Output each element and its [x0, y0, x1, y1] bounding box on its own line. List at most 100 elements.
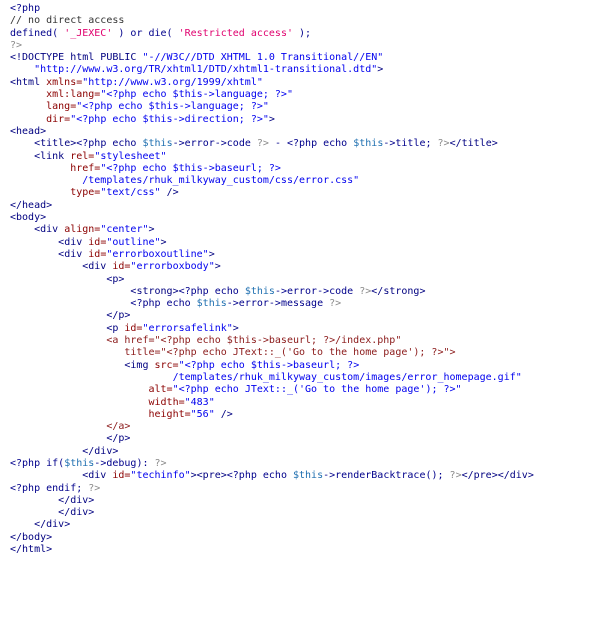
code-token: "483" — [184, 396, 215, 408]
code-token: <div — [82, 261, 113, 273]
code-token: "-//W3C//DTD XHTML 1.0 Transitional//EN" — [142, 52, 384, 64]
code-line: <title><?php echo $this->error->code ?> … — [10, 138, 534, 150]
code-line: </div> — [10, 446, 534, 458]
code-line: </div> — [10, 495, 534, 507]
code-token: ><pre> — [190, 470, 227, 482]
code-token: </p> — [106, 433, 131, 445]
code-token: href= — [70, 162, 101, 174]
code-token: <title> — [34, 138, 77, 150]
code-token: "<?php echo $this->baseurl; ?> — [100, 162, 281, 174]
code-line: /templates/rhuk_milkyway_custom/images/e… — [10, 372, 534, 384]
code-line: </div> — [10, 507, 534, 519]
code-line: ?> — [10, 40, 534, 52]
code-line: </html> — [10, 544, 534, 556]
code-line: <strong><?php echo $this->error->code ?>… — [10, 286, 534, 298]
code-token: "<?php echo $this->language; ?>" — [76, 101, 269, 113]
code-token: "errorboxoutline" — [106, 248, 209, 260]
code-token: <head> — [10, 125, 47, 137]
code-line: // no direct access — [10, 15, 534, 27]
code-token: <?php echo — [76, 138, 143, 150]
code-token: ->error->message — [226, 298, 330, 310]
code-token: <link — [34, 150, 71, 162]
code-token: ); — [292, 27, 312, 39]
code-token: alt= — [148, 384, 173, 396]
code-line: "http://www.w3.org/TR/xhtml1/DTD/xhtml1-… — [10, 64, 534, 76]
code-token: rel= — [70, 150, 95, 162]
code-line: <?php — [10, 3, 534, 15]
code-token: ?> — [437, 138, 450, 150]
code-line: </p> — [10, 310, 534, 322]
code-token: <p> — [106, 273, 125, 285]
code-token: $this — [353, 138, 384, 150]
code-token: <html — [10, 76, 47, 88]
code-token: > — [214, 261, 221, 273]
code-token: src= — [154, 359, 179, 371]
code-token: </strong> — [371, 285, 426, 297]
code-token: ->renderBacktrace(); — [323, 470, 450, 482]
code-token: - <?php echo — [268, 138, 354, 150]
code-token: '_JEXEC' — [64, 27, 113, 39]
code-editor[interactable]: <?php// no direct access defined( '_JEXEC… — [10, 3, 534, 556]
code-token: /templates/rhuk_milkyway_custom/css/erro… — [82, 175, 360, 187]
code-token: ->error->code — [172, 138, 257, 150]
code-token: type= — [70, 187, 101, 199]
code-line: <p id="errorsafelink"> — [10, 323, 534, 335]
code-token: <img — [124, 359, 155, 371]
code-token: width= — [148, 396, 185, 408]
code-token: <?php echo — [130, 298, 197, 310]
code-token: "<?php echo JText::_('Go to the home pag… — [172, 384, 462, 396]
code-line: width="483" — [10, 397, 534, 409]
code-line: </p> — [10, 433, 534, 445]
code-line: /templates/rhuk_milkyway_custom/css/erro… — [10, 175, 534, 187]
code-token: "stylesheet" — [94, 150, 167, 162]
code-token: height= — [148, 408, 191, 420]
code-line: </body> — [10, 532, 534, 544]
code-token: /templates/rhuk_milkyway_custom/images/e… — [172, 371, 522, 383]
code-token: </div> — [58, 507, 95, 519]
code-token: </pre></div> — [461, 470, 534, 482]
code-line: <div align="center"> — [10, 224, 534, 236]
code-token: align= — [64, 224, 101, 236]
code-line: <div id="techinfo"><pre><?php echo $this… — [10, 470, 534, 482]
code-line: <p> — [10, 274, 534, 286]
code-token: // no direct access — [10, 15, 125, 27]
code-token: > — [160, 236, 167, 248]
code-line: </a> — [10, 421, 534, 433]
code-token: "text/css" — [100, 187, 161, 199]
code-token: </head> — [10, 199, 53, 211]
code-token: $this — [244, 285, 275, 297]
code-token: <div — [82, 470, 113, 482]
code-token: id= — [88, 236, 107, 248]
code-token: <!DOCTYPE html PUBLIC — [10, 52, 143, 64]
code-token: $this — [196, 298, 227, 310]
code-token: "<?php echo $this->baseurl; ?> — [178, 359, 360, 371]
code-line: </div> — [10, 519, 534, 531]
code-token: ->error->code — [274, 285, 360, 297]
code-line: xml:lang="<?php echo $this->language; ?>… — [10, 89, 534, 101]
code-token: > — [232, 322, 239, 334]
code-token: <?php echo — [226, 470, 293, 482]
code-token: <a href="<?php echo $this->baseurl; ?>/i… — [106, 335, 402, 347]
code-token: title="<?php echo JText::_('Go to the ho… — [124, 347, 456, 359]
code-token: "56" — [190, 408, 215, 420]
code-token: ) or die( — [112, 27, 179, 39]
code-token: $this — [142, 138, 173, 150]
code-line: <a href="<?php echo $this->baseurl; ?>/i… — [10, 335, 534, 347]
code-token: "techinfo" — [130, 470, 191, 482]
